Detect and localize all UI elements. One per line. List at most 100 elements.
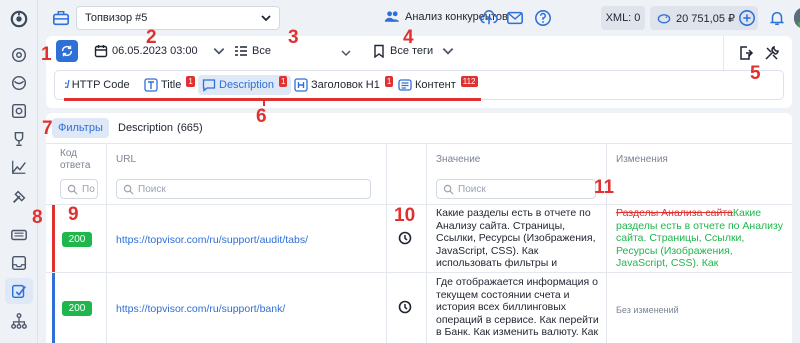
site-structure-icon[interactable] — [8, 310, 30, 332]
piggy-bank-icon — [657, 14, 671, 24]
inbox-icon[interactable] — [8, 252, 30, 274]
header-url[interactable]: URL — [116, 154, 136, 165]
annotation-8: 8 — [32, 207, 43, 228]
sidebar — [0, 0, 38, 343]
dynamics-glyph — [12, 160, 26, 174]
xml-label: XML: 0 — [605, 12, 641, 24]
filters-tab[interactable]: Фильтры — [52, 118, 109, 138]
bell-icon[interactable] — [768, 9, 786, 27]
group-filter[interactable]: Все — [234, 44, 271, 58]
annotation-1: 1 — [41, 44, 52, 65]
annotation-7: 7 — [42, 118, 53, 139]
search-icon — [443, 184, 454, 195]
annotation-9: 9 — [68, 204, 79, 225]
row-divider — [46, 272, 792, 273]
annotation-6: 6 — [256, 106, 267, 127]
description-tab-label: Description — [118, 122, 174, 134]
tab-badge: 112 — [460, 75, 478, 87]
chevron-down-icon — [261, 15, 271, 22]
snapshots-glyph — [11, 103, 27, 119]
header-code[interactable]: Код ответа — [60, 148, 100, 172]
snapshots-icon[interactable] — [8, 100, 30, 122]
code-icon: :/ — [64, 79, 70, 91]
tab-label: Title — [161, 79, 182, 91]
tab-label: HTTP Code — [71, 79, 130, 91]
tab-h1[interactable]: Заголовок H1 1 — [290, 75, 397, 95]
comment-icon — [202, 79, 216, 92]
col-divider — [386, 143, 387, 343]
mail-icon[interactable] — [506, 9, 524, 27]
tab-content[interactable]: Контент 112 — [394, 75, 482, 95]
keyboard-glyph — [11, 229, 27, 241]
search-placeholder: По — [82, 183, 95, 195]
logo-icon[interactable] — [8, 8, 30, 30]
annotation-tick — [263, 98, 265, 106]
site-audit-icon[interactable] — [5, 278, 33, 304]
avatar[interactable] — [794, 7, 800, 29]
project-select[interactable]: Топвизор #5 — [76, 6, 280, 30]
tab-badge: 1 — [186, 75, 195, 87]
semantics-glyph — [11, 75, 27, 91]
positions-icon[interactable] — [8, 44, 30, 66]
value-search-input[interactable]: Поиск — [436, 179, 596, 199]
row-status-bar — [52, 205, 55, 272]
url-search-input[interactable]: Поиск — [116, 179, 371, 199]
xml-counter[interactable]: XML: 0 — [601, 6, 645, 30]
tab-description[interactable]: Description 1 — [198, 75, 292, 95]
history-clock-icon[interactable] — [398, 231, 412, 245]
search-placeholder: Поиск — [138, 183, 166, 195]
annotation-underline — [64, 98, 481, 101]
search-icon — [67, 184, 78, 195]
header-changes[interactable]: Изменения — [616, 154, 668, 165]
code-search-input[interactable]: По — [60, 179, 98, 199]
url-link[interactable]: https://topvisor.com/ru/support/audit/ta… — [116, 234, 308, 246]
trophy-glyph — [14, 131, 24, 147]
avatar-image — [794, 7, 800, 29]
no-change-text: Без изменений — [616, 305, 679, 315]
logo-glyph — [10, 10, 28, 28]
title-t-icon — [144, 78, 158, 92]
col-divider — [106, 143, 107, 343]
balance-value: 20 751,05 ₽ — [676, 12, 735, 25]
annotation-2: 2 — [146, 27, 157, 48]
list-icon — [235, 46, 247, 56]
add-funds-icon[interactable] — [738, 9, 756, 27]
export-icon[interactable] — [738, 45, 754, 61]
keyboard-icon[interactable] — [8, 224, 30, 246]
group-value: Все — [252, 45, 271, 57]
chevron-down-icon — [442, 48, 454, 55]
semantics-icon[interactable] — [8, 72, 30, 94]
annotation-3: 3 — [288, 27, 299, 48]
competitors-icon — [384, 11, 400, 22]
tools-icon[interactable] — [764, 45, 780, 61]
header-divider-bottom — [46, 204, 792, 205]
header-value[interactable]: Значение — [436, 154, 480, 165]
site-audit-glyph — [11, 284, 26, 299]
tab-label: Description — [219, 79, 275, 91]
description-count-tab[interactable]: Description (665) — [112, 118, 209, 138]
cloud-upload-icon[interactable] — [480, 9, 498, 27]
help-icon[interactable] — [534, 9, 552, 27]
tab-label: Заголовок H1 — [311, 79, 380, 91]
refresh-icon — [61, 45, 73, 57]
value-text: Где отображается информация о текущем со… — [436, 276, 599, 342]
hammer-icon[interactable] — [8, 186, 30, 208]
positions-glyph — [11, 47, 27, 63]
group-chevron-down-icon[interactable] — [340, 47, 352, 59]
tab-title[interactable]: Title 1 — [140, 75, 199, 95]
tab-http-code[interactable]: :/ HTTP Code — [60, 75, 134, 95]
trophy-icon[interactable] — [8, 128, 30, 150]
refresh-button[interactable] — [56, 40, 78, 62]
dynamics-icon[interactable] — [8, 156, 30, 178]
url-link[interactable]: https://topvisor.com/ru/support/bank/ — [116, 303, 285, 315]
history-clock-icon[interactable] — [398, 300, 412, 314]
annotation-5: 5 — [750, 63, 761, 84]
annotation-4: 4 — [403, 27, 414, 48]
briefcase-icon — [52, 9, 70, 27]
header-divider-top — [46, 143, 792, 144]
search-icon — [123, 184, 134, 195]
change-diff: Разделы Анализа сайтаКакие разделы есть … — [616, 207, 786, 270]
col-divider — [606, 143, 607, 343]
row-status-bar — [52, 273, 55, 343]
date-filter[interactable]: 06.05.2023 03:00 — [94, 44, 226, 58]
